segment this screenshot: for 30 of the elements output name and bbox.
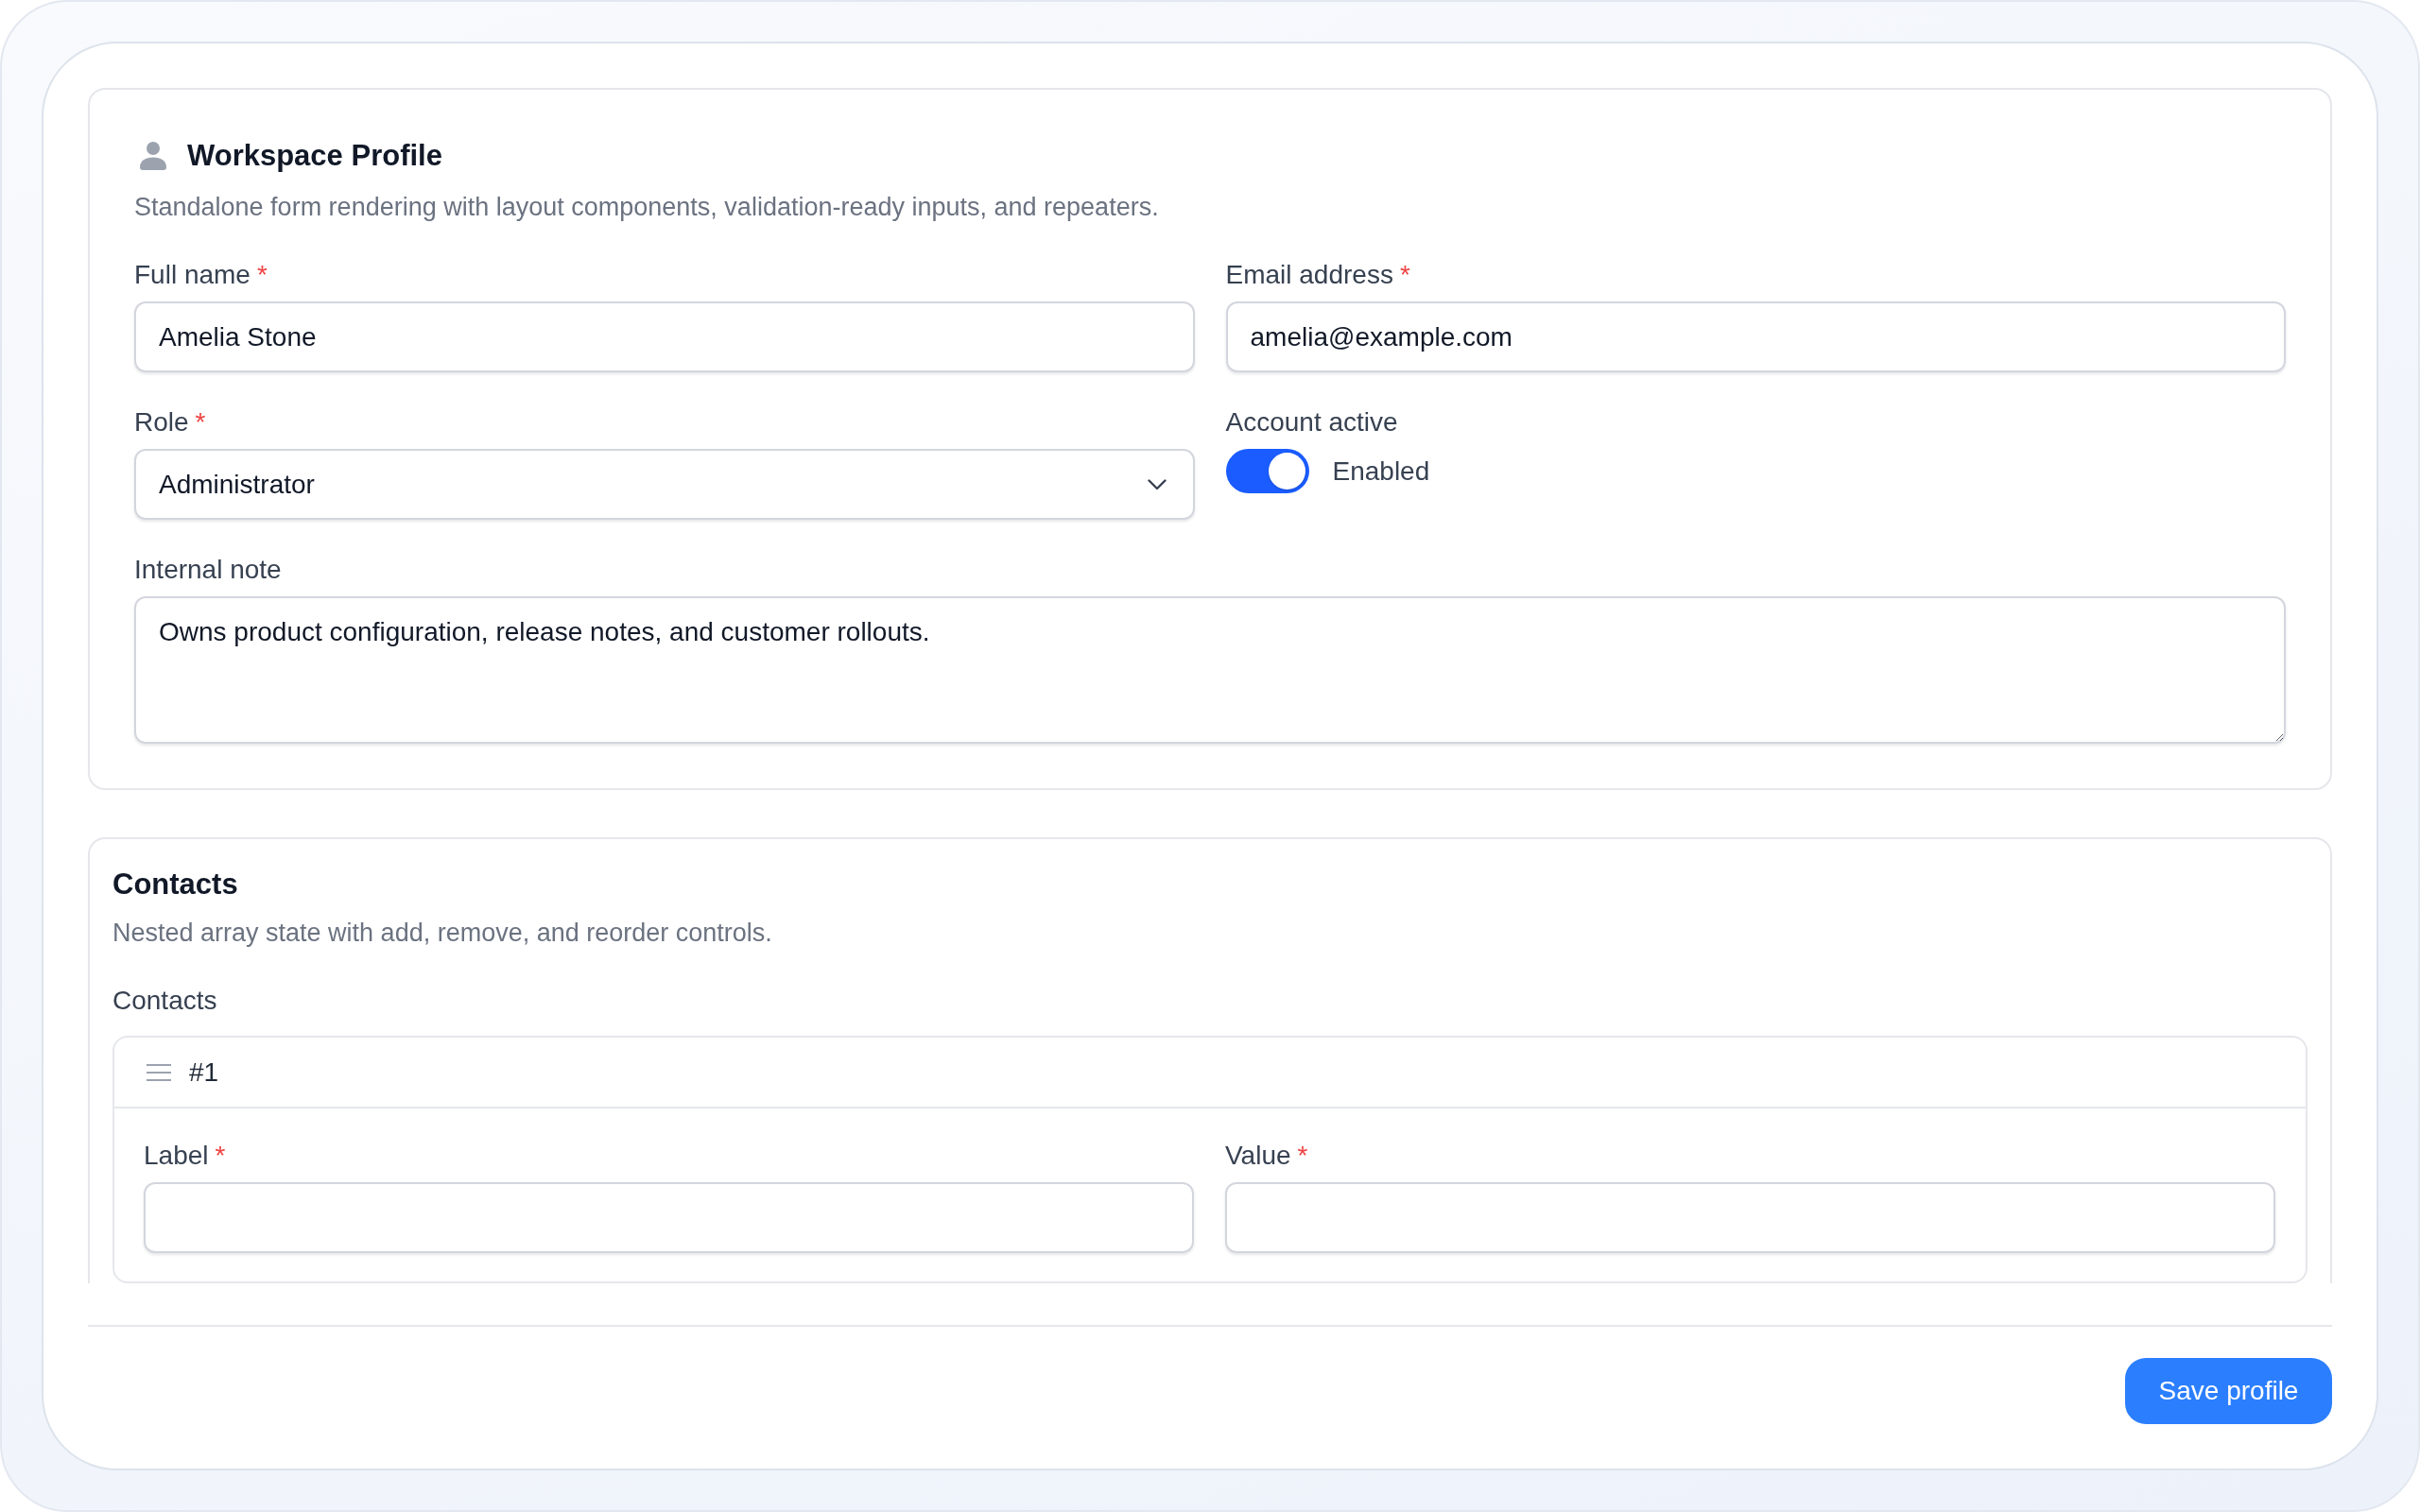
required-asterisk: * [215, 1140, 226, 1172]
required-asterisk: * [1399, 259, 1410, 291]
item-number: #1 [189, 1056, 219, 1089]
field-label: Full name [134, 259, 251, 291]
section-description: Nested array state with add, remove, and reorder controls. [112, 918, 773, 949]
section-title: Workspace Profile [187, 138, 442, 174]
field-label: Internal note [134, 554, 282, 586]
toggle-caption: Enabled [1332, 455, 1430, 488]
required-asterisk: * [195, 406, 206, 438]
field-label: Contacts [112, 985, 217, 1017]
text-field[interactable]: Amelia Stone [134, 301, 1195, 372]
save-button[interactable]: Save profile [2125, 1358, 2332, 1424]
text-field[interactable]: amelia@example.com [1225, 301, 2286, 372]
note-field[interactable]: Owns product configuration, release notes, and customer rollouts. [134, 596, 2286, 744]
user-icon [140, 142, 166, 170]
select-field[interactable]: Administrator [134, 449, 1195, 520]
required-asterisk: * [256, 259, 268, 291]
field-label: Email address [1225, 259, 1393, 291]
section-description: Standalone form rendering with layout components, validation-ready inputs, and repeaters. [134, 192, 1160, 223]
field-label: Account active [1225, 406, 1398, 438]
chevron-down-icon [1147, 478, 1167, 490]
required-asterisk: * [1297, 1140, 1308, 1172]
field-label: Role [134, 406, 189, 438]
field-label: Value [1225, 1140, 1291, 1172]
field-label: Label [144, 1140, 209, 1172]
text-field[interactable] [1225, 1182, 2275, 1253]
section-title: Contacts [112, 867, 239, 902]
drag-handle-icon[interactable] [147, 1063, 171, 1081]
text-field[interactable] [144, 1182, 1194, 1253]
toggle-switch[interactable] [1225, 449, 1309, 493]
